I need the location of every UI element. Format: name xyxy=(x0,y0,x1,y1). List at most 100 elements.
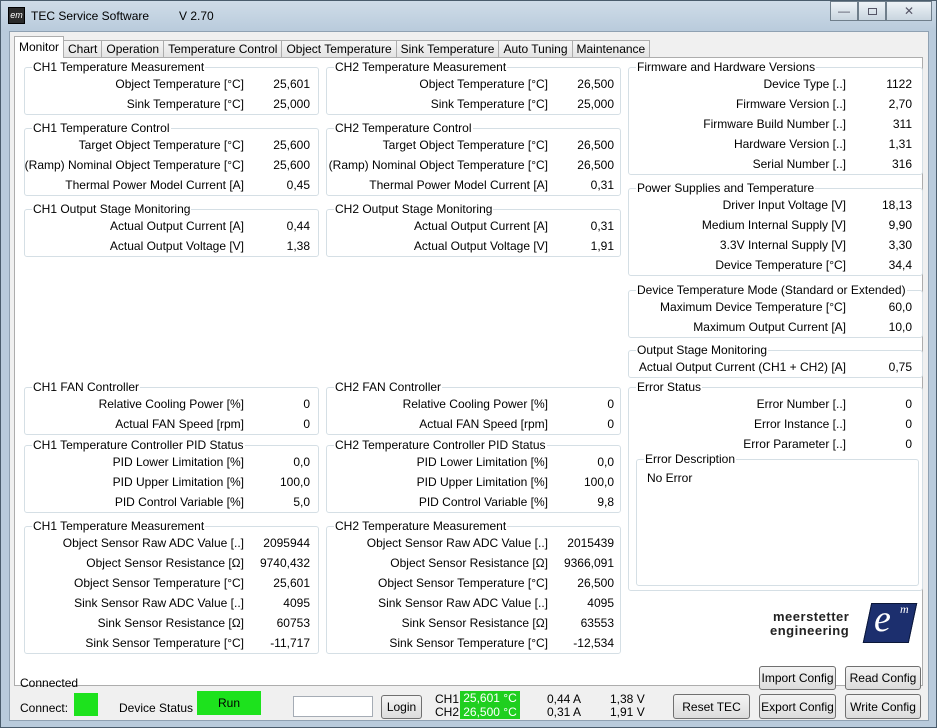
login-button[interactable]: Login xyxy=(381,695,422,719)
value-row: Actual Output Current [A] 0,31 xyxy=(327,219,620,239)
row-label: Object Sensor Resistance [Ω] xyxy=(390,556,548,570)
value-row: Device Type [..] 1122 xyxy=(629,77,922,97)
write-config-button[interactable]: Write Config xyxy=(845,694,921,719)
ch1-temperature-measurement-group: CH1 Temperature Measurement Object Temper… xyxy=(24,60,319,115)
row-label: Actual Output Voltage [V] xyxy=(413,239,548,253)
row-value: 25,601 xyxy=(273,576,310,590)
logo-mark-superscript: m xyxy=(900,602,909,616)
row-value: 26,500 xyxy=(577,77,614,91)
row-label: Object Temperature [°C] xyxy=(115,77,244,91)
tab-monitor[interactable]: Monitor xyxy=(14,36,65,58)
tab-operation[interactable]: Operation xyxy=(101,40,165,58)
ch2-temperature-measurement-group: CH2 Temperature Measurement Object Temper… xyxy=(326,60,621,115)
row-value: 0,45 xyxy=(286,178,310,192)
tab-chart[interactable]: Chart xyxy=(63,40,103,58)
row-label: 3.3V Internal Supply [V] xyxy=(719,238,846,252)
row-label: (Ramp) Nominal Object Temperature [°C] xyxy=(328,158,548,172)
logo-text-line2: engineering xyxy=(770,623,850,638)
meerstetter-app-icon[interactable]: em xyxy=(8,7,25,24)
ch1-fan-controller-group: CH1 FAN Controller Relative Cooling Power… xyxy=(24,380,319,435)
connection-status-text: Connected xyxy=(20,676,79,690)
row-value: 25,600 xyxy=(273,138,310,152)
row-label: Relative Cooling Power [%] xyxy=(402,397,548,411)
row-label: Actual FAN Speed [rpm] xyxy=(115,417,244,431)
row-label: (Ramp) Nominal Object Temperature [°C] xyxy=(24,158,244,172)
row-label: Sink Sensor Resistance [Ω] xyxy=(97,616,244,630)
row-value: 0 xyxy=(905,397,912,411)
tab-sink-temperature[interactable]: Sink Temperature xyxy=(395,40,500,58)
row-label: Target Object Temperature [°C] xyxy=(78,138,244,152)
ch2-fan-controller-group: CH2 FAN Controller Relative Cooling Power… xyxy=(326,380,621,437)
login-password-input[interactable] xyxy=(293,696,373,717)
row-value: 25,601 xyxy=(273,77,310,91)
value-row: PID Upper Limitation [%] 100,0 xyxy=(25,475,318,495)
value-row: Sink Sensor Temperature [°C] -12,534 xyxy=(327,636,620,656)
row-label: PID Lower Limitation [%] xyxy=(112,455,244,469)
value-row: Thermal Power Model Current [A] 0,31 xyxy=(327,178,620,198)
row-label: Maximum Output Current [A] xyxy=(693,320,846,334)
ch1-voltage-display: 1,38 V xyxy=(610,692,645,706)
value-row: Sink Sensor Raw ADC Value [..] 4095 xyxy=(25,596,318,616)
row-value: 18,13 xyxy=(881,198,912,212)
reset-tec-button[interactable]: Reset TEC xyxy=(673,694,750,719)
tab-auto-tuning[interactable]: Auto Tuning xyxy=(498,40,573,58)
group-title: Firmware and Hardware Versions xyxy=(636,60,817,74)
value-row: Object Sensor Resistance [Ω] 9740,432 xyxy=(25,556,318,576)
ch2-pid-status-group: CH2 Temperature Controller PID Status PID… xyxy=(326,438,621,513)
row-value: 9740,432 xyxy=(259,556,310,570)
group-title: CH2 Temperature Measurement xyxy=(334,60,508,74)
value-row: Sink Sensor Temperature [°C] -11,717 xyxy=(25,636,318,656)
row-label: Firmware Version [..] xyxy=(735,97,846,111)
group-title: Error Status xyxy=(636,380,703,394)
group-title: CH1 Temperature Measurement xyxy=(32,519,206,533)
close-button[interactable]: ✕ xyxy=(886,1,932,21)
row-value: 4095 xyxy=(283,596,310,610)
row-value: 0 xyxy=(607,417,614,431)
error-description-text: No Error xyxy=(647,471,693,485)
ch2-sensor-measurement-group: CH2 Temperature Measurement Object Sensor… xyxy=(326,519,621,656)
value-row: Driver Input Voltage [V] 18,13 xyxy=(629,198,922,218)
value-row: Target Object Temperature [°C] 25,600 xyxy=(25,138,318,158)
row-label: Actual Output Current (CH1 + CH2) [A] xyxy=(638,360,846,374)
read-config-button[interactable]: Read Config xyxy=(845,666,921,690)
maximize-icon xyxy=(867,7,877,15)
row-value: 26,500 xyxy=(577,576,614,590)
row-value: 26,500 xyxy=(577,158,614,172)
value-row: Error Number [..] 0 xyxy=(629,397,922,417)
row-label: Object Sensor Temperature [°C] xyxy=(74,576,244,590)
value-row: Object Sensor Temperature [°C] 26,500 xyxy=(327,576,620,596)
export-config-button[interactable]: Export Config xyxy=(759,694,836,719)
tab-bar: Monitor Chart Operation Temperature Cont… xyxy=(14,36,651,58)
tab-maintenance[interactable]: Maintenance xyxy=(571,40,651,58)
value-row: Object Sensor Raw ADC Value [..] 2095944 xyxy=(25,536,318,556)
value-row: Relative Cooling Power [%] 0 xyxy=(327,397,620,417)
minimize-button[interactable]: — xyxy=(830,1,858,21)
firmware-hardware-versions-group: Firmware and Hardware Versions Device Typ… xyxy=(628,60,923,175)
connection-led xyxy=(74,693,98,716)
maximize-button[interactable] xyxy=(858,1,886,21)
row-label: Firmware Build Number [..] xyxy=(703,117,846,131)
value-row: PID Control Variable [%] 5,0 xyxy=(25,495,318,515)
group-title: CH1 Temperature Control xyxy=(32,121,171,135)
client-area: Monitor Chart Operation Temperature Cont… xyxy=(9,31,929,721)
logo-text-line1: meerstetter xyxy=(773,609,850,624)
row-value: 1,38 xyxy=(286,239,310,253)
ch1-current-display: 0,44 A xyxy=(547,692,582,706)
row-value: 9,8 xyxy=(597,495,614,509)
import-config-button[interactable]: Import Config xyxy=(759,666,836,690)
value-row: PID Lower Limitation [%] 0,0 xyxy=(25,455,318,475)
tab-object-temperature[interactable]: Object Temperature xyxy=(281,40,397,58)
tab-temperature-control[interactable]: Temperature Control xyxy=(163,40,283,58)
value-row: Actual FAN Speed [rpm] 0 xyxy=(327,417,620,437)
app-window: em TEC Service Software V 2.70 — ✕ Monit… xyxy=(0,0,937,728)
value-row: Relative Cooling Power [%] 0 xyxy=(25,397,318,417)
row-label: Sink Sensor Temperature [°C] xyxy=(85,636,244,650)
title-bar[interactable]: em TEC Service Software V 2.70 — ✕ xyxy=(1,1,936,31)
row-value: 100,0 xyxy=(279,475,310,489)
ch1-pid-status-group: CH1 Temperature Controller PID Status PID… xyxy=(24,438,319,515)
value-row: Maximum Output Current [A] 10,0 xyxy=(629,320,922,340)
group-title: CH2 Temperature Control xyxy=(334,121,473,135)
row-label: Object Sensor Temperature [°C] xyxy=(378,576,548,590)
row-label: Object Sensor Raw ADC Value [..] xyxy=(366,536,548,550)
value-row: Sink Sensor Resistance [Ω] 63553 xyxy=(327,616,620,636)
